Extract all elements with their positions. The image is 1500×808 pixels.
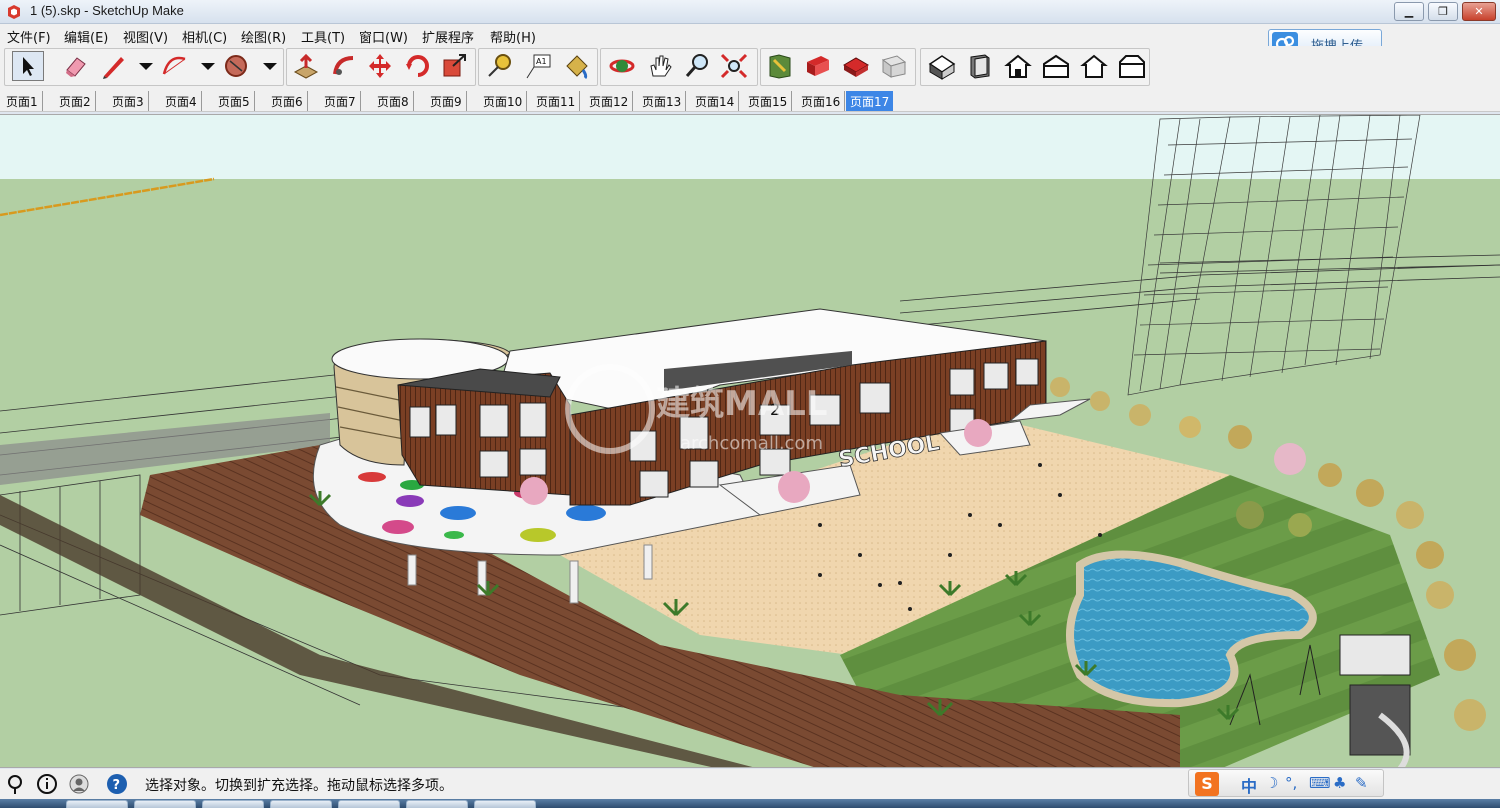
arc-dropdown-chevron-icon[interactable] <box>192 51 215 81</box>
window-title: 1 (5).skp - SketchUp Make <box>30 3 184 18</box>
user-account-icon[interactable] <box>68 773 90 795</box>
school-model-scene: SCHOOL 2 建筑MALL archcomall.com <box>0 115 1500 767</box>
iso-view-icon[interactable] <box>926 51 958 81</box>
tape-measure-tool-icon[interactable] <box>484 51 516 81</box>
shapes-tool-icon[interactable] <box>220 51 252 81</box>
tab-page-1[interactable]: 页面1 <box>2 91 43 111</box>
podium-tree <box>520 477 548 505</box>
sogou-logo-icon[interactable]: S <box>1195 772 1219 796</box>
pencil-line-tool-icon[interactable] <box>98 51 130 81</box>
canopy-tree <box>964 419 992 447</box>
maximize-button[interactable]: ❐ <box>1428 2 1458 21</box>
sketchup-logo-icon <box>8 5 20 19</box>
right-view-icon[interactable] <box>1040 51 1072 81</box>
zoom-extents-tool-icon[interactable] <box>718 51 750 81</box>
keyboard-icon[interactable]: ⌨ <box>1309 774 1331 792</box>
main-toolbar: A1 <box>0 46 1500 88</box>
taskbar-button[interactable] <box>270 800 332 808</box>
paint-bucket-tool-icon[interactable] <box>560 51 592 81</box>
tab-page-15[interactable]: 页面15 <box>744 91 793 111</box>
shapes-dropdown-chevron-icon[interactable] <box>254 51 277 81</box>
model-viewport[interactable]: SCHOOL 2 建筑MALL archcomall.com <box>0 114 1500 768</box>
svg-text:建筑MALL: 建筑MALL <box>656 384 827 424</box>
menu-extensions[interactable]: 扩展程序 <box>422 27 474 46</box>
menu-file[interactable]: 文件(F) <box>7 27 51 46</box>
minimize-button[interactable]: ▁ <box>1394 2 1424 21</box>
taskbar-button[interactable] <box>202 800 264 808</box>
pan-hand-tool-icon[interactable] <box>644 51 676 81</box>
menu-camera[interactable]: 相机(C) <box>182 27 227 46</box>
tab-page-14[interactable]: 页面14 <box>691 91 740 111</box>
moon-icon[interactable]: ☽ <box>1265 774 1278 792</box>
menu-window[interactable]: 窗口(W) <box>359 27 408 46</box>
back-view-icon[interactable] <box>1078 51 1110 81</box>
eraser-tool-icon[interactable] <box>60 51 92 81</box>
tab-page-8[interactable]: 页面8 <box>373 91 414 111</box>
text-label-tool-icon[interactable]: A1 <box>522 51 554 81</box>
status-message: 选择对象。切换到扩充选择。拖动鼠标选择多项。 <box>145 778 453 794</box>
taskbar-button[interactable] <box>338 800 400 808</box>
tab-page-11[interactable]: 页面11 <box>532 91 581 111</box>
geo-location-icon[interactable] <box>4 773 26 795</box>
tab-page-12[interactable]: 页面12 <box>585 91 634 111</box>
3d-warehouse-tool-icon[interactable] <box>840 51 872 81</box>
get-models-tool-icon[interactable] <box>764 51 796 81</box>
close-button[interactable]: ✕ <box>1462 2 1496 21</box>
canopy-tree <box>778 471 810 503</box>
tab-page-16[interactable]: 页面16 <box>797 91 846 111</box>
tab-page-6[interactable]: 页面6 <box>267 91 308 111</box>
menu-help[interactable]: 帮助(H) <box>490 27 536 46</box>
taskbar-button[interactable] <box>134 800 196 808</box>
line-dropdown-chevron-icon[interactable] <box>130 51 153 81</box>
settings-tool-icon[interactable]: ✎ <box>1355 774 1368 792</box>
top-view-icon[interactable] <box>964 51 996 81</box>
ime-mode-label[interactable]: 中 <box>1241 773 1257 797</box>
orbit-tool-icon[interactable] <box>606 51 638 81</box>
ime-toolbar[interactable]: S 中 ☽ °, ⌨ ♣ ✎ <box>1188 769 1384 797</box>
instructor-help-icon[interactable]: ? <box>106 773 128 795</box>
punctuation-icon[interactable]: °, <box>1285 774 1297 792</box>
taskbar-button[interactable] <box>406 800 468 808</box>
menu-view[interactable]: 视图(V) <box>123 27 168 46</box>
taskbar-button[interactable] <box>66 800 128 808</box>
follow-me-tool-icon[interactable] <box>328 51 360 81</box>
sky <box>0 115 1500 179</box>
rotate-tool-icon[interactable] <box>402 51 434 81</box>
tab-page-5[interactable]: 页面5 <box>214 91 255 111</box>
scale-tool-icon[interactable] <box>438 51 470 81</box>
extension-warehouse-tool-icon[interactable] <box>878 51 910 81</box>
tab-page-7[interactable]: 页面7 <box>320 91 361 111</box>
title-bar: 1 (5).skp - SketchUp Make ▁ ❐ ✕ <box>0 0 1500 24</box>
push-pull-tool-icon[interactable] <box>290 51 322 81</box>
tab-page-13[interactable]: 页面13 <box>638 91 687 111</box>
menu-draw[interactable]: 绘图(R) <box>241 27 286 46</box>
tab-page-10[interactable]: 页面10 <box>479 91 528 111</box>
tab-page-9[interactable]: 页面9 <box>426 91 467 111</box>
menu-edit[interactable]: 编辑(E) <box>64 27 108 46</box>
tab-page-3[interactable]: 页面3 <box>108 91 149 111</box>
taskbar <box>0 799 1500 808</box>
tab-page-17[interactable]: 页面17 <box>846 91 894 111</box>
skin-icon[interactable]: ♣ <box>1333 774 1346 792</box>
tab-page-2[interactable]: 页面2 <box>55 91 96 111</box>
arc-tool-icon[interactable] <box>158 51 190 81</box>
move-tool-icon[interactable] <box>364 51 396 81</box>
svg-text:?: ? <box>113 778 121 793</box>
front-view-icon[interactable] <box>1002 51 1034 81</box>
tab-page-4[interactable]: 页面4 <box>161 91 202 111</box>
zoom-tool-icon[interactable] <box>682 51 714 81</box>
select-tool-icon[interactable] <box>12 51 44 81</box>
svg-text:A1: A1 <box>536 57 547 66</box>
share-model-tool-icon[interactable] <box>802 51 834 81</box>
taskbar-button[interactable] <box>474 800 536 808</box>
left-view-icon[interactable] <box>1116 51 1148 81</box>
svg-text:archcomall.com: archcomall.com <box>680 433 823 454</box>
scene-tabs-bar: 页面1 页面2 页面3 页面4 页面5 页面6 页面7 页面8 页面9 页面10… <box>0 88 1500 112</box>
menu-tools[interactable]: 工具(T) <box>301 27 345 46</box>
credits-info-icon[interactable] <box>36 773 58 795</box>
